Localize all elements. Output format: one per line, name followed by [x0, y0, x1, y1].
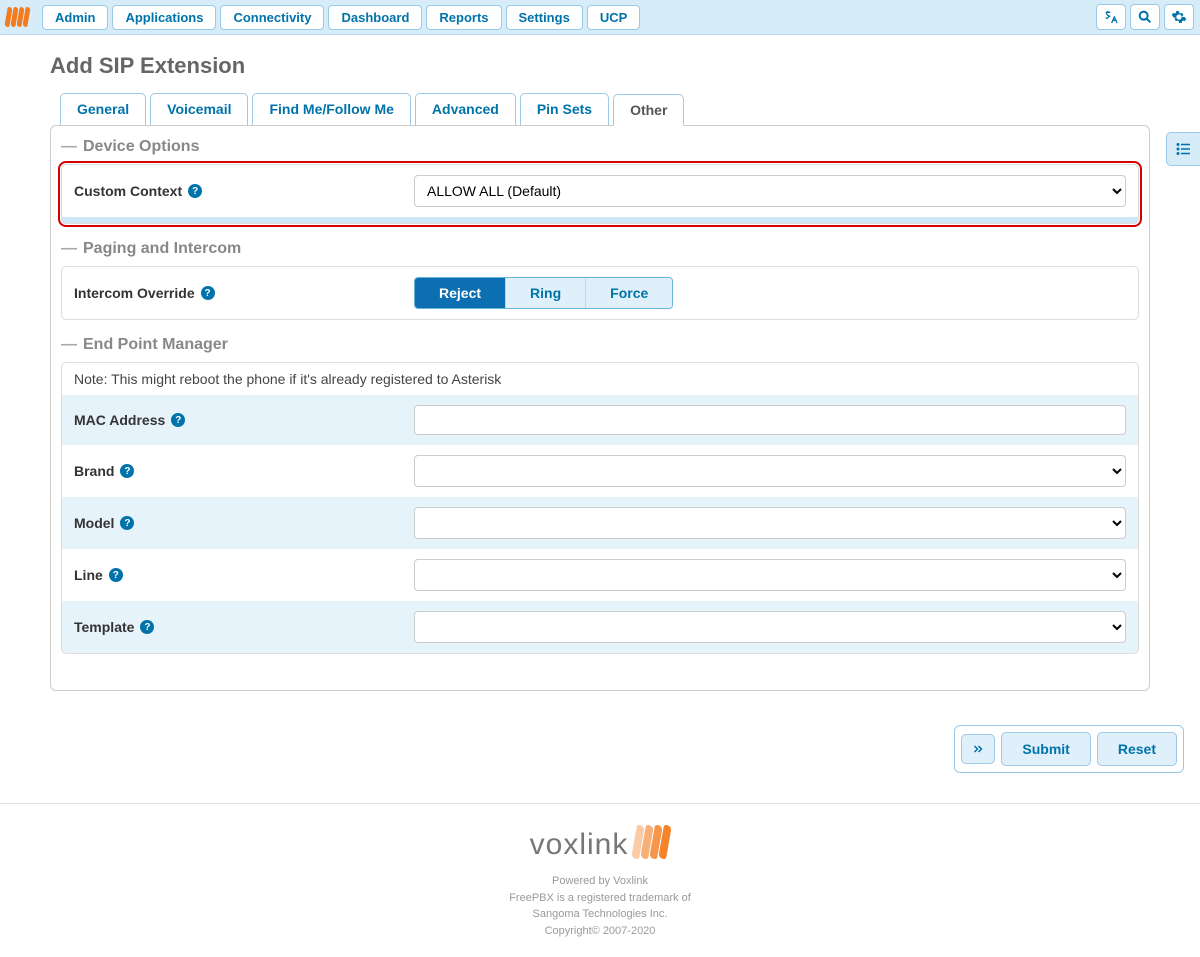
intercom-override-group: Reject Ring Force: [414, 277, 673, 309]
footer-line1: Powered by Voxlink: [0, 873, 1200, 890]
footer-logo: voxlink: [530, 822, 671, 867]
gear-icon[interactable]: [1164, 4, 1194, 30]
custom-context-select[interactable]: ALLOW ALL (Default): [414, 175, 1126, 207]
section-title-text: Device Options: [83, 138, 199, 156]
template-select[interactable]: [414, 611, 1126, 643]
expand-button[interactable]: [961, 734, 995, 764]
tab-pinsets[interactable]: Pin Sets: [520, 93, 609, 125]
section-epm[interactable]: — End Point Manager: [61, 336, 1139, 354]
epm-note: Note: This might reboot the phone if it'…: [62, 363, 1138, 395]
model-select[interactable]: [414, 507, 1126, 539]
tab-voicemail[interactable]: Voicemail: [150, 93, 248, 125]
footer-brand: voxlink: [530, 822, 629, 867]
footer-actions: Submit Reset: [0, 711, 1200, 787]
tab-panel: — Device Options Custom Context ? ALLOW …: [50, 125, 1150, 691]
section-title-text: End Point Manager: [83, 336, 228, 354]
intercom-override-label: Intercom Override: [74, 285, 195, 301]
tab-advanced[interactable]: Advanced: [415, 93, 516, 125]
device-options-frame: Custom Context ? ALLOW ALL (Default): [61, 164, 1139, 224]
model-label: Model: [74, 515, 114, 531]
tabs: General Voicemail Find Me/Follow Me Adva…: [60, 93, 1150, 125]
tab-findme[interactable]: Find Me/Follow Me: [252, 93, 410, 125]
nav-dashboard[interactable]: Dashboard: [328, 5, 422, 30]
nav-connectivity[interactable]: Connectivity: [220, 5, 324, 30]
nav-applications[interactable]: Applications: [112, 5, 216, 30]
row-intercom-override: Intercom Override ? Reject Ring Force: [62, 267, 1138, 319]
logo-icon: [6, 6, 34, 28]
intercom-reject-button[interactable]: Reject: [415, 278, 506, 308]
footer-line4: Copyright© 2007-2020: [0, 923, 1200, 940]
collapse-icon: —: [61, 336, 77, 354]
help-icon[interactable]: ?: [188, 184, 202, 198]
help-icon[interactable]: ?: [171, 413, 185, 427]
custom-context-label: Custom Context: [74, 183, 182, 199]
footer-line2: FreePBX is a registered trademark of: [0, 890, 1200, 907]
mac-label: MAC Address: [74, 412, 165, 428]
tab-general[interactable]: General: [60, 93, 146, 125]
help-icon[interactable]: ?: [201, 286, 215, 300]
submit-button[interactable]: Submit: [1001, 732, 1090, 766]
row-mac: MAC Address ?: [62, 395, 1138, 445]
mac-input[interactable]: [414, 405, 1126, 435]
page-title: Add SIP Extension: [50, 53, 1150, 79]
intercom-force-button[interactable]: Force: [586, 278, 672, 308]
section-paging[interactable]: — Paging and Intercom: [61, 240, 1139, 258]
tab-other[interactable]: Other: [613, 94, 684, 126]
row-model: Model ?: [62, 497, 1138, 549]
line-select[interactable]: [414, 559, 1126, 591]
section-title-text: Paging and Intercom: [83, 240, 241, 258]
epm-frame: Note: This might reboot the phone if it'…: [61, 362, 1139, 654]
collapse-icon: —: [61, 240, 77, 258]
footer-line3: Sangoma Technologies Inc.: [0, 906, 1200, 923]
top-nav: Admin Applications Connectivity Dashboar…: [0, 0, 1200, 35]
row-template: Template ?: [62, 601, 1138, 653]
side-drawer-toggle[interactable]: [1166, 132, 1200, 166]
nav-reports[interactable]: Reports: [426, 5, 501, 30]
help-icon[interactable]: ?: [140, 620, 154, 634]
nav-admin[interactable]: Admin: [42, 5, 108, 30]
paging-frame: Intercom Override ? Reject Ring Force: [61, 266, 1139, 320]
nav-ucp[interactable]: UCP: [587, 5, 640, 30]
reset-button[interactable]: Reset: [1097, 732, 1177, 766]
line-label: Line: [74, 567, 103, 583]
brand-select[interactable]: [414, 455, 1126, 487]
help-icon[interactable]: ?: [120, 464, 134, 478]
footer-logo-icon: [634, 825, 670, 865]
translate-icon[interactable]: [1096, 4, 1126, 30]
template-label: Template: [74, 619, 134, 635]
row-brand: Brand ?: [62, 445, 1138, 497]
intercom-ring-button[interactable]: Ring: [506, 278, 586, 308]
row-custom-context: Custom Context ? ALLOW ALL (Default): [62, 165, 1138, 217]
brand-label: Brand: [74, 463, 114, 479]
help-icon[interactable]: ?: [120, 516, 134, 530]
collapse-icon: —: [61, 138, 77, 156]
progress-divider: [62, 217, 1138, 223]
footer: voxlink Powered by Voxlink FreePBX is a …: [0, 804, 1200, 957]
help-icon[interactable]: ?: [109, 568, 123, 582]
section-device-options[interactable]: — Device Options: [61, 138, 1139, 156]
row-line: Line ?: [62, 549, 1138, 601]
nav-settings[interactable]: Settings: [506, 5, 583, 30]
search-icon[interactable]: [1130, 4, 1160, 30]
